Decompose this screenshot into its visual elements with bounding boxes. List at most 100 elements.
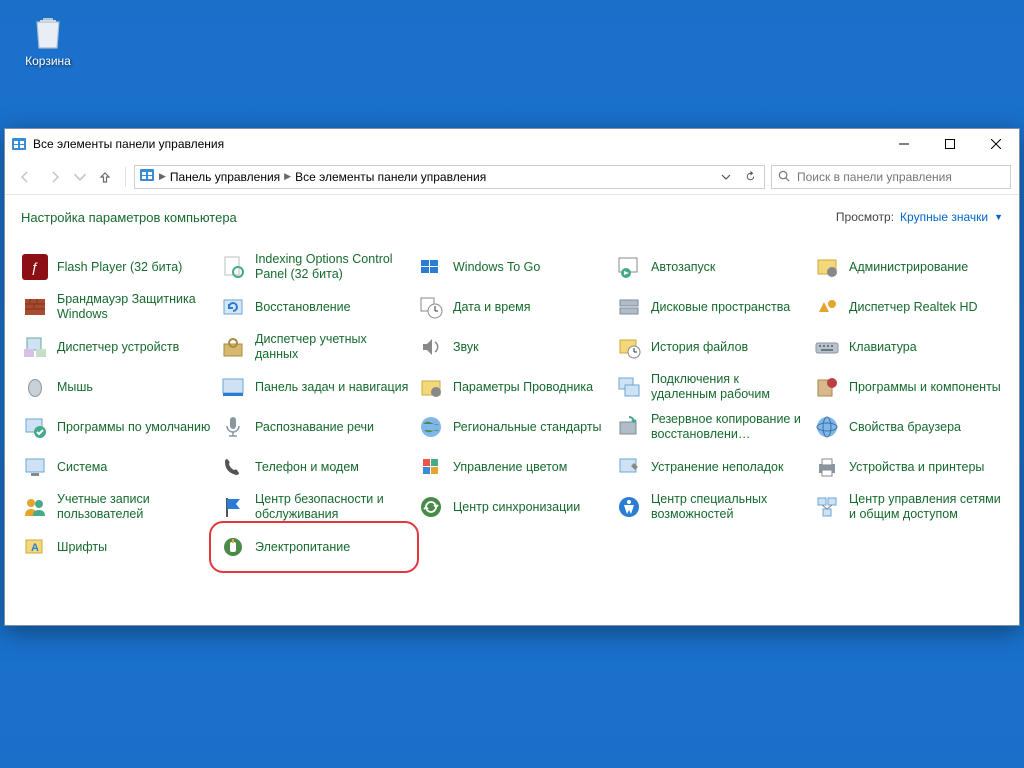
- address-dropdown[interactable]: [716, 172, 736, 182]
- view-label: Просмотр:: [836, 210, 894, 224]
- device-manager-icon: [21, 333, 49, 361]
- minimize-button[interactable]: [881, 129, 927, 159]
- up-button[interactable]: [93, 165, 117, 189]
- titlebar: Все элементы панели управления: [5, 129, 1019, 159]
- realtek-icon: [813, 293, 841, 321]
- keyboard-icon: [813, 333, 841, 361]
- item-flash-player[interactable]: ƒFlash Player (32 бита): [17, 247, 215, 287]
- sound-icon: [417, 333, 445, 361]
- content-header: Настройка параметров компьютера Просмотр…: [5, 195, 1019, 239]
- item-device-manager[interactable]: Диспетчер устройств: [17, 327, 215, 367]
- item-recovery[interactable]: Восстановление: [215, 287, 413, 327]
- color-icon: [417, 453, 445, 481]
- item-network-sharing[interactable]: Центр управления сетями и общим доступом: [809, 487, 1007, 527]
- phone-icon: [219, 453, 247, 481]
- forward-button[interactable]: [43, 165, 67, 189]
- network-icon: [813, 493, 841, 521]
- item-remote-connections[interactable]: Подключения к удаленным рабочим: [611, 367, 809, 407]
- item-autoplay[interactable]: Автозапуск: [611, 247, 809, 287]
- backup-icon: [615, 413, 643, 441]
- default-programs-icon: [21, 413, 49, 441]
- maximize-button[interactable]: [927, 129, 973, 159]
- item-sound[interactable]: Звук: [413, 327, 611, 367]
- recovery-icon: [219, 293, 247, 321]
- breadcrumb-root[interactable]: Панель управления: [170, 170, 280, 184]
- storage-icon: [615, 293, 643, 321]
- item-firewall[interactable]: Брандмауэр Защитника Windows: [17, 287, 215, 327]
- recycle-bin-icon: [27, 10, 69, 52]
- globe-icon: [417, 413, 445, 441]
- sync-icon: [417, 493, 445, 521]
- file-history-icon: [615, 333, 643, 361]
- credential-icon: [219, 333, 247, 361]
- svg-text:A: A: [31, 542, 39, 554]
- back-button[interactable]: [13, 165, 37, 189]
- item-internet-options[interactable]: Свойства браузера: [809, 407, 1007, 447]
- view-value: Крупные значки: [900, 210, 988, 224]
- items-grid: ƒFlash Player (32 бита) Indexing Options…: [5, 239, 1019, 577]
- window-icon: [11, 136, 27, 152]
- item-mouse[interactable]: Мышь: [17, 367, 215, 407]
- item-troubleshooting[interactable]: Устранение неполадок: [611, 447, 809, 487]
- breadcrumb-current[interactable]: Все элементы панели управления: [295, 170, 486, 184]
- item-phone-modem[interactable]: Телефон и модем: [215, 447, 413, 487]
- folder-options-icon: [417, 373, 445, 401]
- item-realtek[interactable]: Диспетчер Realtek HD: [809, 287, 1007, 327]
- search-box[interactable]: [771, 165, 1011, 189]
- indexing-icon: [219, 253, 247, 281]
- control-panel-icon: [139, 167, 155, 186]
- power-icon: [219, 533, 247, 561]
- recent-dropdown[interactable]: [73, 165, 87, 189]
- item-programs-features[interactable]: Программы и компоненты: [809, 367, 1007, 407]
- item-sync-center[interactable]: Центр синхронизации: [413, 487, 611, 527]
- refresh-button[interactable]: [740, 170, 760, 183]
- printer-icon: [813, 453, 841, 481]
- search-input[interactable]: [797, 170, 1004, 184]
- item-default-programs[interactable]: Программы по умолчанию: [17, 407, 215, 447]
- chevron-right-icon: ▶: [159, 171, 166, 182]
- item-power-options[interactable]: Электропитание: [209, 521, 419, 573]
- view-selector[interactable]: Просмотр: Крупные значки ▼: [836, 210, 1003, 224]
- item-keyboard[interactable]: Клавиатура: [809, 327, 1007, 367]
- admin-tools-icon: [813, 253, 841, 281]
- fonts-icon: A: [21, 533, 49, 561]
- internet-icon: [813, 413, 841, 441]
- item-date-time[interactable]: Дата и время: [413, 287, 611, 327]
- item-explorer-options[interactable]: Параметры Проводника: [413, 367, 611, 407]
- item-credential-manager[interactable]: Диспетчер учетных данных: [215, 327, 413, 367]
- remote-icon: [615, 373, 643, 401]
- item-windows-to-go[interactable]: Windows To Go: [413, 247, 611, 287]
- item-speech[interactable]: Распознавание речи: [215, 407, 413, 447]
- system-icon: [21, 453, 49, 481]
- item-user-accounts[interactable]: Учетные записи пользователей: [17, 487, 215, 527]
- close-button[interactable]: [973, 129, 1019, 159]
- taskbar-icon: [219, 373, 247, 401]
- users-icon: [21, 493, 49, 521]
- nav-separator: [125, 167, 126, 187]
- item-backup-restore[interactable]: Резервное копирование и восстановлени…: [611, 407, 809, 447]
- item-color-management[interactable]: Управление цветом: [413, 447, 611, 487]
- control-panel-window: Все элементы панели управления ▶ Панель …: [4, 128, 1020, 626]
- item-ease-of-access[interactable]: Центр специальных возможностей: [611, 487, 809, 527]
- page-heading: Настройка параметров компьютера: [21, 210, 836, 225]
- windows-to-go-icon: [417, 253, 445, 281]
- address-bar[interactable]: ▶ Панель управления ▶ Все элементы панел…: [134, 165, 765, 189]
- item-admin-tools[interactable]: Администрирование: [809, 247, 1007, 287]
- accessibility-icon: [615, 493, 643, 521]
- item-system[interactable]: Система: [17, 447, 215, 487]
- flag-icon: [219, 493, 247, 521]
- item-file-history[interactable]: История файлов: [611, 327, 809, 367]
- desktop-recycle-bin[interactable]: Корзина: [12, 10, 84, 68]
- item-indexing-options[interactable]: Indexing Options Control Panel (32 бита): [215, 247, 413, 287]
- flash-icon: ƒ: [21, 253, 49, 281]
- microphone-icon: [219, 413, 247, 441]
- search-icon: [778, 170, 791, 183]
- mouse-icon: [21, 373, 49, 401]
- item-taskbar[interactable]: Панель задач и навигация: [215, 367, 413, 407]
- clock-icon: [417, 293, 445, 321]
- window-title: Все элементы панели управления: [33, 137, 881, 151]
- item-region[interactable]: Региональные стандарты: [413, 407, 611, 447]
- item-fonts[interactable]: AШрифты: [17, 527, 215, 567]
- item-devices-printers[interactable]: Устройства и принтеры: [809, 447, 1007, 487]
- item-storage-spaces[interactable]: Дисковые пространства: [611, 287, 809, 327]
